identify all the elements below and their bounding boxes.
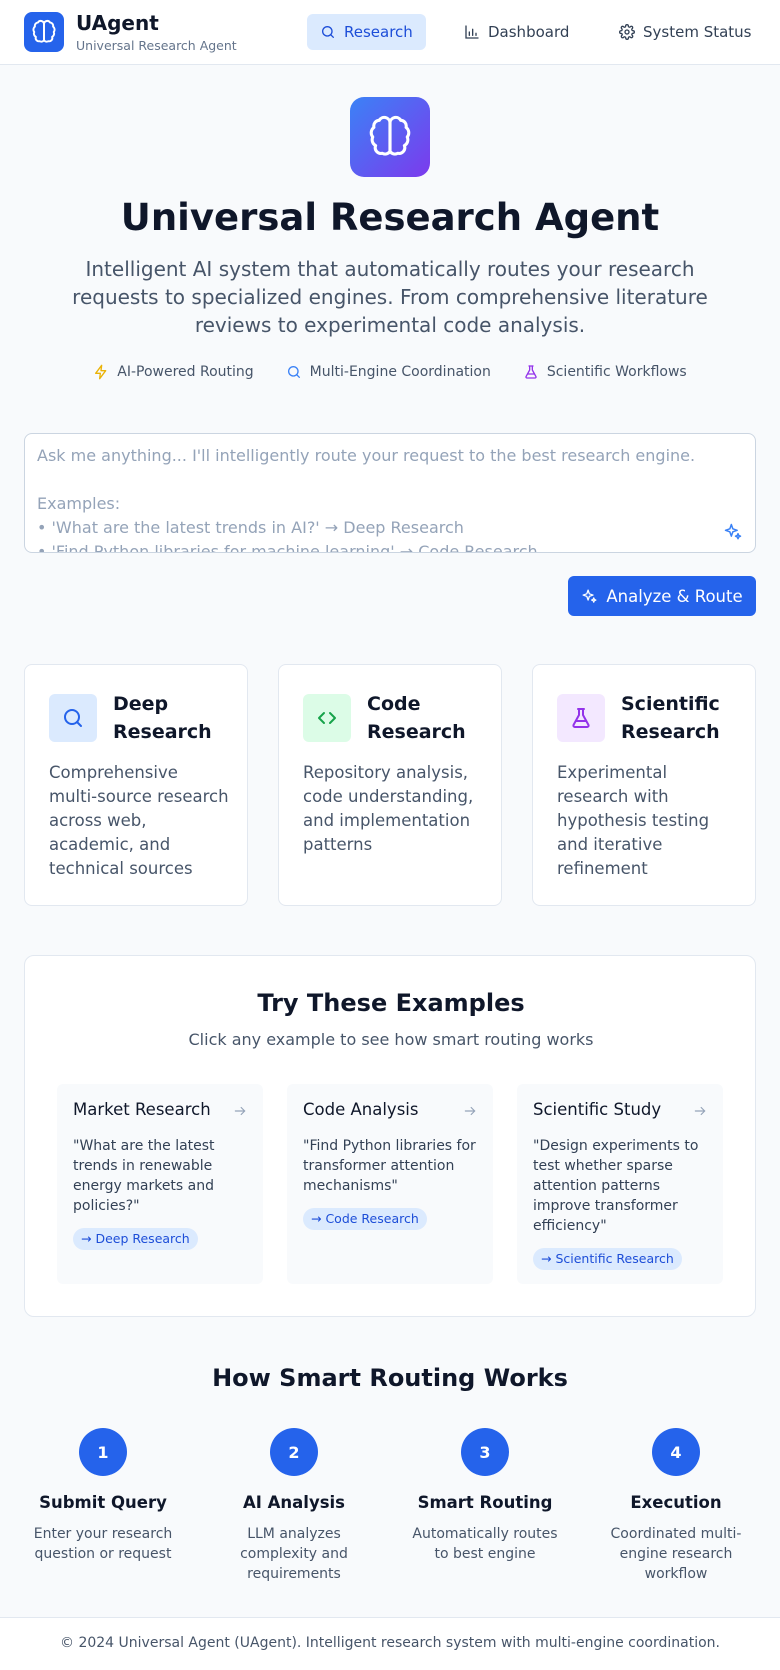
step-description: LLM analyzes complexity and requirements [240, 1526, 348, 1582]
engine-description: Repository analysis, code understanding,… [303, 763, 474, 854]
feature-scientific-workflows: Scientific Workflows [523, 364, 687, 380]
brand-name: UAgent [76, 11, 159, 35]
example-query: "Find Python libraries for transformer a… [303, 1138, 476, 1194]
query-placeholder: Ask me anything... I'll intelligently ro… [37, 446, 696, 553]
footer: © 2024 Universal Agent (UAgent). Intelli… [0, 1617, 780, 1670]
search-icon [322, 26, 334, 38]
route-badge: → Code Research [303, 1208, 427, 1230]
engine-card-deep-research[interactable]: Deep Research Comprehensive multi-source… [24, 664, 248, 906]
engine-title: Code Research [367, 693, 466, 743]
flask-icon [557, 694, 605, 742]
route-badge: → Scientific Research [533, 1248, 682, 1270]
route-badge: → Deep Research [73, 1228, 198, 1250]
how-it-works-title: How Smart Routing Works [212, 1364, 568, 1392]
hero-description: Intelligent AI system that automatically… [72, 257, 708, 337]
step-description: Enter your research question or request [33, 1526, 173, 1562]
nav-research-button[interactable]: Research [307, 14, 426, 50]
feature-label: AI-Powered Routing [117, 364, 254, 380]
analyze-route-button[interactable]: Analyze & Route [568, 576, 756, 616]
step-number: 1 [79, 1428, 127, 1476]
engine-card-scientific-research[interactable]: Scientific Research Experimental researc… [532, 664, 756, 906]
step-number: 3 [461, 1428, 509, 1476]
nav-research-label: Research [344, 23, 413, 41]
top-navigation-bar: UAgent Universal Research Agent Research… [0, 0, 780, 65]
sparkles-icon [582, 588, 597, 603]
examples-panel: Try These Examples Click any example to … [24, 955, 756, 1317]
search-icon [287, 366, 300, 378]
nav-system-status-label: System Status [643, 23, 752, 41]
step-title: Smart Routing [417, 1493, 553, 1512]
nav-dashboard-button[interactable]: Dashboard [451, 14, 582, 50]
gear-icon [619, 24, 635, 40]
examples-subtitle: Click any example to see how smart routi… [188, 1030, 594, 1049]
example-card-market-research[interactable]: Market Research "What are the latest tre… [57, 1084, 263, 1284]
arrow-right-icon [464, 1106, 476, 1116]
example-query: "What are the latest trends in renewable… [73, 1138, 215, 1214]
step-title: AI Analysis [242, 1493, 345, 1512]
engine-description: Experimental research with hypothesis te… [557, 763, 710, 878]
engine-description: Comprehensive multi-source research acro… [49, 763, 229, 878]
sparkles-icon [724, 523, 742, 540]
arrow-right-icon [694, 1106, 706, 1116]
feature-list: AI-Powered Routing Multi-Engine Coordina… [0, 364, 780, 380]
brand-subtitle: Universal Research Agent [76, 38, 237, 53]
search-icon [49, 694, 97, 742]
example-title: Scientific Study [533, 1100, 662, 1119]
step-title: Execution [630, 1493, 722, 1512]
footer-copyright: © 2024 Universal Agent (UAgent). Intelli… [60, 1635, 720, 1651]
step-description: Coordinated multi-engine research workfl… [610, 1526, 742, 1582]
step-title: Submit Query [39, 1493, 167, 1512]
arrow-right-icon [234, 1106, 246, 1116]
engine-card-code-research[interactable]: Code Research Repository analysis, code … [278, 664, 502, 906]
examples-title: Try These Examples [257, 989, 525, 1017]
research-query-input[interactable]: Ask me anything... I'll intelligently ro… [24, 433, 756, 553]
nav-dashboard-label: Dashboard [488, 23, 570, 41]
flask-icon [525, 365, 537, 379]
brain-hero-icon [350, 97, 430, 177]
step-description: Automatically routes to best engine [412, 1526, 558, 1562]
engine-title: Scientific Research [621, 693, 720, 743]
example-query: "Design experiments to test whether spar… [533, 1138, 699, 1234]
step-number: 4 [652, 1428, 700, 1476]
example-title: Market Research [73, 1100, 211, 1119]
feature-label: Scientific Workflows [546, 364, 687, 380]
feature-ai-routing: AI-Powered Routing [93, 364, 254, 380]
engine-title: Deep Research [113, 693, 212, 743]
example-card-code-analysis[interactable]: Code Analysis "Find Python libraries for… [287, 1084, 493, 1284]
example-title: Code Analysis [303, 1100, 419, 1119]
code-icon [303, 694, 351, 742]
nav-system-status-button[interactable]: System Status [606, 14, 765, 50]
feature-multi-engine: Multi-Engine Coordination [286, 364, 491, 380]
bar-chart-icon [465, 25, 479, 39]
step-number: 2 [270, 1428, 318, 1476]
hero-title: Universal Research Agent [120, 196, 660, 239]
example-card-scientific-study[interactable]: Scientific Study "Design experiments to … [517, 1084, 723, 1284]
brain-logo-icon[interactable] [24, 12, 64, 52]
lightning-icon [95, 364, 107, 380]
analyze-route-label: Analyze & Route [606, 586, 743, 606]
feature-label: Multi-Engine Coordination [309, 364, 491, 380]
